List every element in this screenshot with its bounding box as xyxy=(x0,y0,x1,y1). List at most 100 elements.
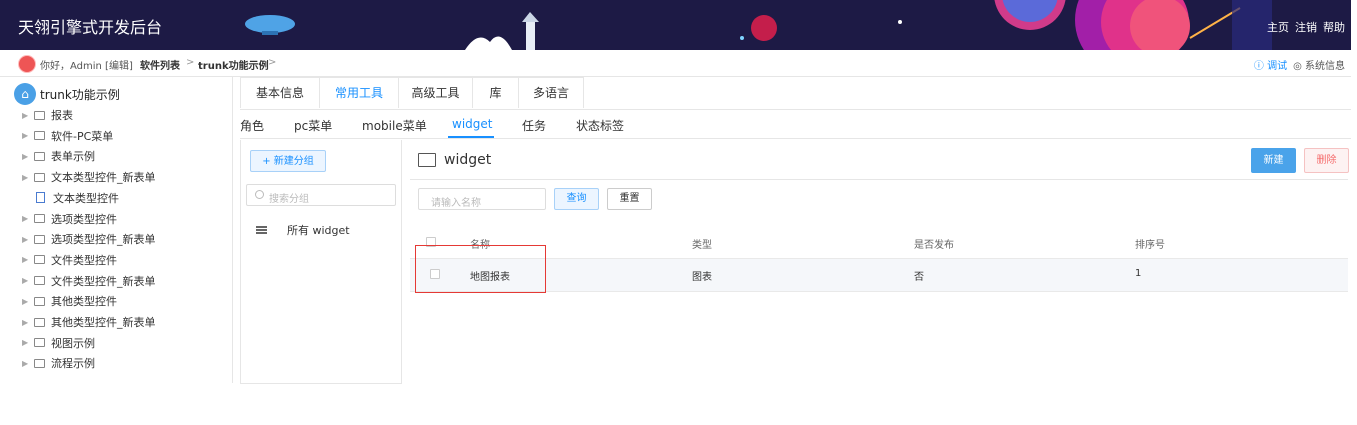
new-group-button[interactable]: + 新建分组 xyxy=(250,150,326,172)
sidebar-item-label: 其他类型控件_新表单 xyxy=(51,316,156,329)
column-header-type[interactable]: 类型 xyxy=(692,236,712,251)
cell-type: 图表 xyxy=(692,272,712,283)
user-greeting[interactable]: 你好，Admin [编辑] xyxy=(40,57,133,72)
folder-icon xyxy=(34,151,45,161)
folder-icon xyxy=(34,276,45,286)
tree-root[interactable]: ⌂ trunk功能示例 xyxy=(14,83,120,105)
folder-icon xyxy=(34,338,45,348)
sidebar-item[interactable]: ▶ 文件类型控件 xyxy=(22,251,117,269)
sidebar-item-label: 文件类型控件_新表单 xyxy=(51,274,156,288)
subtab-roles[interactable]: 角色 xyxy=(240,117,264,134)
folder-icon xyxy=(34,358,45,368)
delete-button[interactable]: 删除 xyxy=(1304,148,1349,173)
sidebar-item[interactable]: 文本类型控件 xyxy=(22,189,119,207)
sidebar-item[interactable]: ▶ 其他类型控件_新表单 xyxy=(22,313,156,331)
group-panel xyxy=(240,140,402,384)
help-link[interactable]: 帮助 xyxy=(1323,19,1345,35)
sidebar-item[interactable]: ▶ 软件-PC菜单 xyxy=(22,127,113,145)
caret-right-icon[interactable]: ▶ xyxy=(22,338,30,347)
name-search-input[interactable]: 请输入名称 xyxy=(418,188,546,210)
folder-icon xyxy=(34,234,45,244)
breadcrumb-current-app[interactable]: trunk功能示例 xyxy=(198,57,269,72)
sidebar-item[interactable]: ▶ 流程示例 xyxy=(22,354,95,372)
chevron-right-icon: > xyxy=(186,57,195,68)
caret-right-icon[interactable]: ▶ xyxy=(22,359,30,368)
sidebar-item[interactable]: ▶ 文本类型控件_新表单 xyxy=(22,168,156,186)
caret-right-icon[interactable]: ▶ xyxy=(22,255,30,264)
caret-right-icon[interactable]: ▶ xyxy=(22,297,30,306)
avatar[interactable] xyxy=(18,55,36,73)
page-title-text: widget xyxy=(444,152,492,168)
subtab-pc-menu[interactable]: pc菜单 xyxy=(294,117,332,134)
cell-order: 1 xyxy=(1135,268,1142,279)
caret-right-icon[interactable]: ▶ xyxy=(22,111,30,120)
folder-icon xyxy=(34,110,45,120)
document-icon xyxy=(36,192,45,204)
header-links: 主页 注销 帮助 xyxy=(1267,19,1345,35)
active-tab-indicator xyxy=(448,136,494,138)
tab-basic-info[interactable]: 基本信息 xyxy=(240,77,320,108)
table-header: 名称 类型 是否发布 排序号 xyxy=(410,230,1348,256)
sidebar-item[interactable]: ▶ 文件类型控件_新表单 xyxy=(22,272,156,290)
sidebar-item[interactable]: ▶ 其他类型控件 xyxy=(22,292,117,310)
top-header: 天翎引擎式开发后台 主页 注销 帮助 xyxy=(0,0,1351,50)
table-row[interactable]: 地图报表 图表 否 1 xyxy=(410,258,1348,292)
breadcrumb: 你好，Admin [编辑] > 软件列表 trunk功能示例 > ⓘ 调试 ◎ … xyxy=(0,50,1351,77)
subtab-tasks[interactable]: 任务 xyxy=(522,117,546,134)
tab-advanced-tools[interactable]: 高级工具 xyxy=(398,77,473,108)
sidebar-item-label: 视图示例 xyxy=(51,336,95,350)
caret-right-icon[interactable]: ▶ xyxy=(22,214,30,223)
sidebar-item-label: 其他类型控件 xyxy=(51,295,117,309)
cell-published: 否 xyxy=(914,272,924,283)
caret-right-icon[interactable]: ▶ xyxy=(22,276,30,285)
breadcrumb-software-list[interactable]: 软件列表 xyxy=(140,57,180,72)
folder-icon xyxy=(34,172,45,182)
folder-icon xyxy=(34,296,45,306)
tab-library[interactable]: 库 xyxy=(472,77,519,108)
sidebar-item-label: 流程示例 xyxy=(51,357,95,371)
subtab-status-tags[interactable]: 状态标签 xyxy=(576,117,624,134)
column-header-published[interactable]: 是否发布 xyxy=(914,236,954,251)
caret-right-icon[interactable]: ▶ xyxy=(22,152,30,161)
logout-link[interactable]: 注销 xyxy=(1295,19,1317,35)
group-search-input[interactable]: 搜索分组 xyxy=(246,184,396,206)
sidebar-item-label: 选项类型控件 xyxy=(51,212,117,226)
search-icon xyxy=(255,190,264,199)
system-info-link[interactable]: ◎ 系统信息 xyxy=(1293,57,1345,72)
sidebar-item-label: 文件类型控件 xyxy=(51,253,117,267)
folder-icon xyxy=(418,153,436,167)
subtab-widget[interactable]: widget xyxy=(452,117,492,131)
sidebar-tree: ⌂ trunk功能示例 ▶ 报表 ▶ 软件-PC菜单 ▶ 表单示例 ▶ 文本类型控件_新表单文… xyxy=(0,77,233,383)
sidebar-item[interactable]: ▶ 报表 xyxy=(22,106,73,124)
sidebar-item[interactable]: ▶ 选项类型控件 xyxy=(22,210,117,228)
subtab-mobile-menu[interactable]: mobile菜单 xyxy=(362,117,427,134)
breadcrumb-actions: ⓘ 调试 ◎ 系统信息 xyxy=(1254,57,1345,72)
menu-icon xyxy=(256,226,267,234)
folder-icon xyxy=(34,317,45,327)
sub-tabs: 角色 pc菜单 mobile菜单 widget 任务 状态标签 xyxy=(240,110,1351,139)
page-title: widget xyxy=(418,152,491,168)
tab-multi-language[interactable]: 多语言 xyxy=(518,77,584,108)
home-link[interactable]: 主页 xyxy=(1267,19,1289,35)
caret-right-icon[interactable]: ▶ xyxy=(22,131,30,140)
reset-button[interactable]: 重置 xyxy=(607,188,652,210)
column-header-order[interactable]: 排序号 xyxy=(1135,236,1165,251)
sidebar-item[interactable]: ▶ 表单示例 xyxy=(22,147,95,165)
header-background-art xyxy=(245,0,1272,50)
main-tabs: 基本信息 常用工具 高级工具 库 多语言 xyxy=(240,77,1351,110)
tab-common-tools[interactable]: 常用工具 xyxy=(319,77,399,108)
group-item-all-widget[interactable]: 所有 widget xyxy=(256,222,350,238)
sidebar-item[interactable]: ▶ 选项类型控件_新表单 xyxy=(22,230,156,248)
debug-link[interactable]: ⓘ 调试 xyxy=(1254,57,1287,72)
query-button[interactable]: 查询 xyxy=(554,188,599,210)
caret-right-icon[interactable]: ▶ xyxy=(22,173,30,182)
sidebar-item-label: 选项类型控件_新表单 xyxy=(51,233,156,247)
group-search-placeholder: 搜索分组 xyxy=(269,194,309,205)
caret-right-icon[interactable]: ▶ xyxy=(22,235,30,244)
sidebar-item[interactable]: ▶ 视图示例 xyxy=(22,334,95,352)
new-button[interactable]: 新建 xyxy=(1251,148,1296,173)
divider xyxy=(410,179,1348,180)
caret-right-icon[interactable]: ▶ xyxy=(22,318,30,327)
sidebar-item-label: 报表 xyxy=(51,109,73,122)
folder-icon xyxy=(34,214,45,223)
